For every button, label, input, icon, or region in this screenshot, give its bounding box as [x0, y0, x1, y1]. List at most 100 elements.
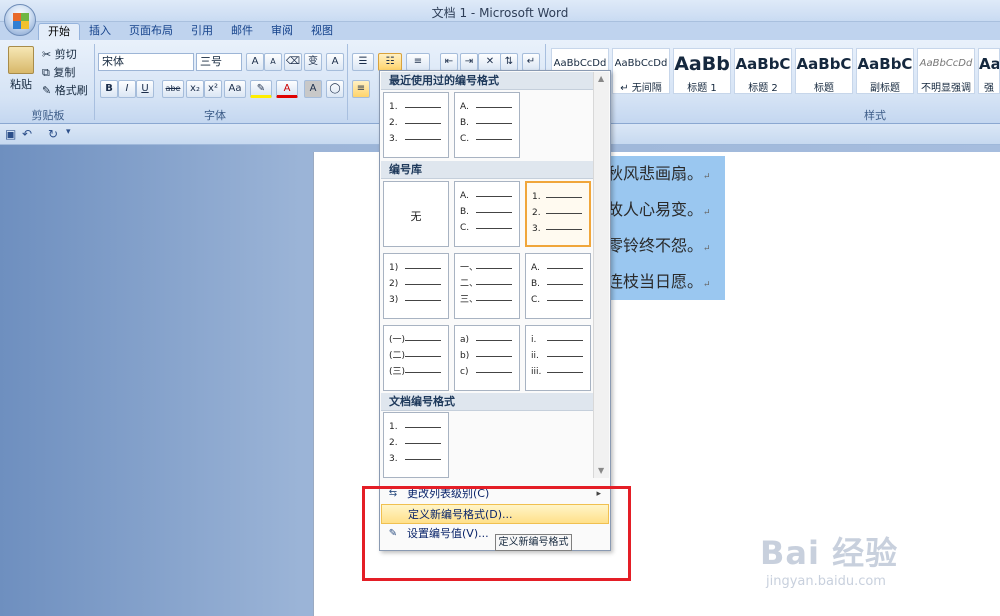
cut-button[interactable]: ✂ 剪切	[42, 46, 77, 62]
clear-format-icon[interactable]: ⌫	[284, 53, 302, 71]
bullets-icon[interactable]: ☰	[352, 53, 374, 71]
cut-label: 剪切	[54, 48, 77, 61]
tab-mailings[interactable]: 邮件	[224, 23, 260, 40]
library-format-tile[interactable]: A. B. C.	[454, 181, 520, 247]
none-label: 无	[410, 210, 422, 223]
style-tile-strong[interactable]: AaBb 强	[978, 48, 1000, 94]
shrink-font-button[interactable]: A	[264, 53, 282, 71]
tab-review[interactable]: 审阅	[264, 23, 300, 40]
format-line: c)	[460, 367, 514, 377]
library-format-tile[interactable]: 1. 2. 3.	[525, 181, 591, 247]
office-button[interactable]	[4, 4, 36, 36]
grow-font-button[interactable]: A	[246, 53, 264, 71]
format-line-rule	[476, 228, 512, 229]
subscript-button[interactable]: x₂	[186, 80, 204, 98]
library-format-tile[interactable]: 一、 二、 三、	[454, 253, 520, 319]
recent-format-tile[interactable]: 1. 2. 3.	[383, 92, 449, 158]
library-format-tile[interactable]: i. ii. iii.	[525, 325, 591, 391]
format-line: 1.	[532, 192, 584, 202]
format-line-rule	[476, 139, 512, 140]
tab-references[interactable]: 引用	[184, 23, 220, 40]
document-line[interactable]: 秋风悲画扇。↵	[605, 156, 725, 192]
font-color-button[interactable]: A	[276, 80, 298, 98]
office-logo-icon-part	[21, 13, 29, 21]
scroll-down-icon[interactable]: ▼	[598, 466, 604, 475]
format-line-rule	[476, 284, 512, 285]
format-line-rule	[547, 300, 583, 301]
format-line-rule	[405, 372, 441, 373]
format-line-rule	[547, 372, 583, 373]
style-sample: AaBbC	[857, 55, 913, 73]
group-divider	[347, 44, 348, 120]
char-border-button[interactable]: A	[326, 53, 344, 71]
style-tile-subtitle[interactable]: AaBbC 副标题	[856, 48, 914, 94]
enclose-char-icon[interactable]: ◯	[326, 80, 344, 98]
style-tile-heading2[interactable]: AaBbC 标题 2	[734, 48, 792, 94]
increase-indent-icon[interactable]: ⇥	[460, 53, 478, 71]
library-format-tile[interactable]: 1) 2) 3)	[383, 253, 449, 319]
copy-button[interactable]: ⧉ 复制	[42, 64, 75, 80]
format-tile-none[interactable]: 无	[383, 181, 449, 247]
document-line[interactable]: 故人心易变。↵	[605, 192, 725, 228]
format-line: i.	[531, 335, 585, 345]
save-icon[interactable]: ▣	[5, 127, 16, 141]
format-line: (一)	[389, 335, 443, 345]
tab-insert[interactable]: 插入	[82, 23, 118, 40]
underline-button[interactable]: U	[136, 80, 154, 98]
tab-page-layout[interactable]: 页面布局	[122, 23, 180, 40]
document-line[interactable]: 零铃终不怨。↵	[605, 228, 725, 264]
document-line[interactable]: 连枝当日愿。↵	[605, 264, 725, 300]
style-tile-subtle-emphasis[interactable]: AaBbCcDd 不明显强调	[917, 48, 975, 94]
numbering-icon[interactable]: ☷	[378, 53, 402, 71]
style-tile-title[interactable]: AaBbC 标题	[795, 48, 853, 94]
format-line: 2.	[389, 438, 443, 448]
style-tile-heading1[interactable]: AaBb 标题 1	[673, 48, 731, 94]
multilevel-list-icon[interactable]: ≡	[406, 53, 430, 71]
redo-icon[interactable]: ↻	[48, 127, 58, 141]
superscript-button[interactable]: x²	[204, 80, 222, 98]
bold-button[interactable]: B	[100, 80, 118, 98]
format-line: ii.	[531, 351, 585, 361]
paste-button[interactable]: 粘贴	[10, 76, 32, 92]
italic-button[interactable]: I	[118, 80, 136, 98]
font-family-select[interactable]: 宋体	[98, 53, 194, 71]
format-painter-button[interactable]: ✎ 格式刷	[42, 82, 88, 98]
format-line: 3)	[389, 295, 443, 305]
format-line-rule	[547, 340, 583, 341]
format-line-rule	[405, 107, 441, 108]
copy-label: 复制	[53, 66, 76, 79]
undo-icon[interactable]: ↶	[22, 127, 32, 141]
tab-home[interactable]: 开始	[38, 23, 80, 40]
scroll-up-icon[interactable]: ▲	[598, 74, 604, 83]
library-format-tile[interactable]: a) b) c)	[454, 325, 520, 391]
style-tile-no-spacing[interactable]: AaBbCcDd ↵ 无间隔	[612, 48, 670, 94]
office-logo-icon-part	[13, 21, 21, 29]
style-name: 标题 2	[748, 83, 778, 94]
show-marks-icon[interactable]: ↵	[522, 53, 540, 71]
recent-format-tile[interactable]: A. B. C.	[454, 92, 520, 158]
document-formats-header: 文档编号格式	[381, 393, 593, 411]
document-format-tile[interactable]: 1. 2. 3.	[383, 412, 449, 478]
tab-view[interactable]: 视图	[304, 23, 340, 40]
strikethrough-button[interactable]: abe	[162, 80, 184, 98]
style-name: 标题 1	[687, 83, 717, 94]
decrease-indent-icon[interactable]: ⇤	[440, 53, 458, 71]
align-left-icon[interactable]: ≡	[352, 80, 370, 98]
library-format-tile[interactable]: A. B. C.	[525, 253, 591, 319]
customize-qat-icon[interactable]: ▾	[66, 127, 71, 137]
clipboard-group-label: 剪贴板	[31, 109, 65, 122]
paste-icon[interactable]	[8, 46, 34, 74]
library-format-tile[interactable]: (一) (二) (三)	[383, 325, 449, 391]
phonetic-guide-button[interactable]: 变	[304, 53, 322, 71]
font-size-select[interactable]: 三号	[196, 53, 242, 71]
chinese-layout-icon[interactable]: ✕	[478, 53, 502, 71]
highlight-color-icon[interactable]: ✎	[250, 80, 272, 98]
change-case-button[interactable]: Aa	[224, 80, 246, 98]
ribbon-tab-bar: 开始 插入 页面布局 引用 邮件 审阅 视图	[0, 22, 1000, 40]
format-line-rule	[405, 340, 441, 341]
format-line-rule	[476, 356, 512, 357]
menu-scrollbar[interactable]: ▲ ▼	[593, 72, 609, 478]
sort-icon[interactable]: ⇅	[500, 53, 518, 71]
paragraph-mark: ↵	[703, 208, 711, 218]
char-shading-button[interactable]: A	[304, 80, 322, 98]
